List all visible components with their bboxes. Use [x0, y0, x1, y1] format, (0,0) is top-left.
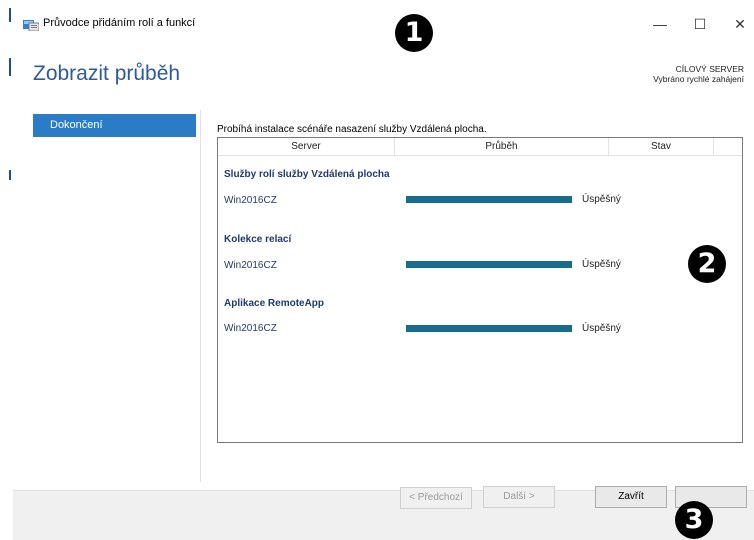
minimize-button[interactable]: — [645, 12, 675, 36]
progress-table: Server Průběh Stav Služby rolí služby Vz… [217, 137, 743, 443]
wizard-nav: Dokončení [33, 114, 196, 137]
column-header-server[interactable]: Server [218, 138, 395, 155]
progress-intro-text: Probíhá instalace scénáře nasazení služb… [217, 124, 487, 135]
window-title: Průvodce přidáním rolí a funkcí [43, 17, 196, 29]
server-manager-icon [23, 17, 40, 32]
maximize-button[interactable]: ☐ [685, 12, 715, 36]
table-header: Server Průběh Stav [218, 138, 742, 156]
status-text: Úspěšný [582, 194, 621, 205]
column-header-status[interactable]: Stav [609, 138, 714, 155]
group-title: Aplikace RemoteApp [224, 298, 325, 309]
close-window-button[interactable]: ✕ [725, 12, 754, 36]
target-server-info: CÍLOVÝ SERVER Vybráno rychlé zahájení [653, 64, 744, 84]
wizard-window: Průvodce přidáním rolí a funkcí — ☐ ✕ Zo… [13, 0, 754, 540]
group-title: Kolekce relací [224, 234, 292, 245]
previous-button[interactable]: < Předchozí [400, 487, 472, 509]
next-button[interactable]: Další > [483, 486, 555, 508]
progress-bar [406, 196, 572, 203]
target-server-label: CÍLOVÝ SERVER [675, 64, 744, 74]
nav-item-dokonceni[interactable]: Dokončení [33, 114, 196, 137]
background-window-edge [0, 0, 12, 539]
target-server-value: Vybráno rychlé zahájení [653, 74, 744, 84]
server-name: Win2016CZ [224, 260, 277, 271]
annotation-badge-2: 2 [688, 245, 726, 283]
group-title: Služby rolí služby Vzdálená plocha [224, 169, 390, 180]
annotation-badge-3: 3 [675, 501, 713, 539]
close-button[interactable]: Zavřít [595, 486, 667, 508]
nav-divider [200, 110, 201, 482]
progress-bar [406, 325, 572, 332]
status-text: Úspěšný [582, 323, 621, 334]
column-header-progress[interactable]: Průběh [395, 138, 609, 155]
page-title: Zobrazit průběh [33, 62, 181, 85]
progress-bar [406, 261, 572, 268]
server-name: Win2016CZ [224, 323, 277, 334]
title-bar[interactable]: Průvodce přidáním rolí a funkcí — ☐ ✕ [13, 0, 754, 44]
status-text: Úspěšný [582, 259, 621, 270]
server-name: Win2016CZ [224, 195, 277, 206]
annotation-badge-1: 1 [395, 14, 433, 52]
